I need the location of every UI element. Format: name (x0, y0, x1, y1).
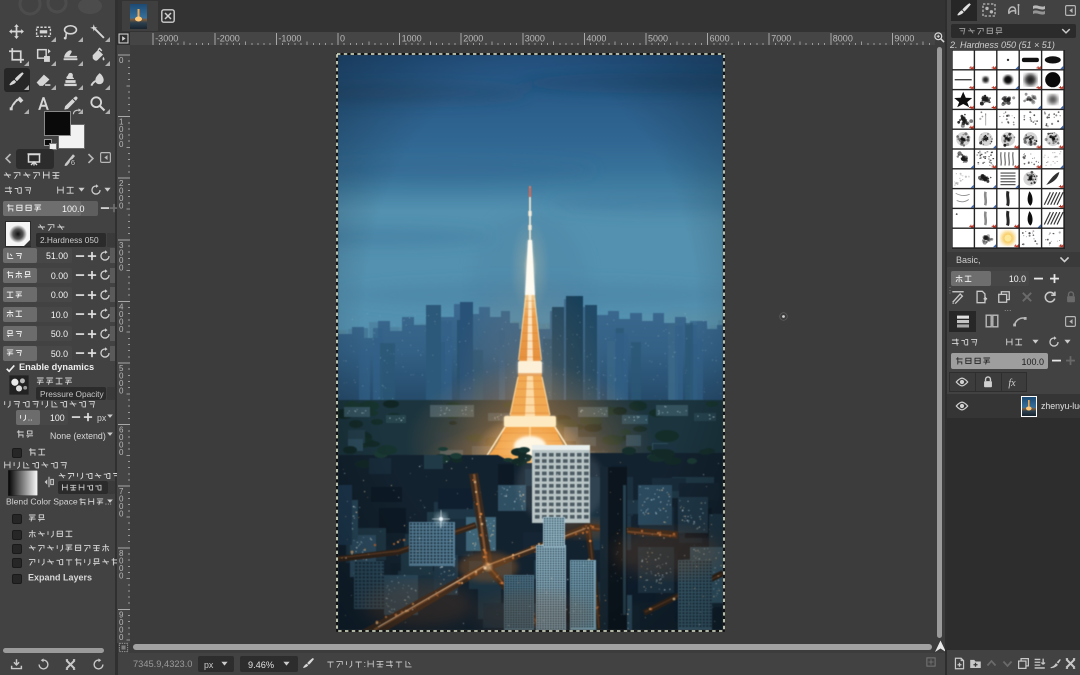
svg-text:-1000: -1000 (278, 34, 301, 44)
svg-text:0: 0 (119, 202, 124, 211)
svg-text:0: 0 (119, 633, 124, 642)
svg-text:0: 0 (119, 263, 124, 272)
svg-text:2000: 2000 (463, 34, 483, 44)
svg-text:3000: 3000 (525, 34, 545, 44)
svg-text:0: 0 (119, 140, 124, 149)
svg-text:6000: 6000 (710, 34, 730, 44)
svg-text:7000: 7000 (771, 34, 791, 44)
svg-text:Enable dynamics: Enable dynamics (19, 362, 94, 372)
svg-text:-2000: -2000 (217, 34, 240, 44)
svg-text:0: 0 (340, 34, 345, 44)
svg-text:Blend Color Space: Blend Color Space (6, 496, 78, 506)
svg-text:4000: 4000 (586, 34, 606, 44)
svg-text:Expand Layers: Expand Layers (28, 573, 92, 583)
svg-text:..: .. (28, 412, 33, 422)
svg-text:0: 0 (119, 325, 124, 334)
svg-text::: : (364, 659, 367, 669)
svg-text:-3000: -3000 (155, 34, 178, 44)
svg-text:0: 0 (119, 56, 124, 65)
svg-text:5000: 5000 (648, 34, 668, 44)
svg-text:fx: fx (1008, 378, 1016, 389)
svg-text:0: 0 (119, 448, 124, 457)
svg-text:0: 0 (119, 510, 124, 519)
svg-text:0: 0 (119, 387, 124, 396)
svg-text:8000: 8000 (833, 34, 853, 44)
svg-text:9000: 9000 (894, 34, 914, 44)
svg-text:0: 0 (119, 571, 124, 580)
svg-text:1000: 1000 (402, 34, 422, 44)
svg-text:6: 6 (71, 158, 75, 167)
